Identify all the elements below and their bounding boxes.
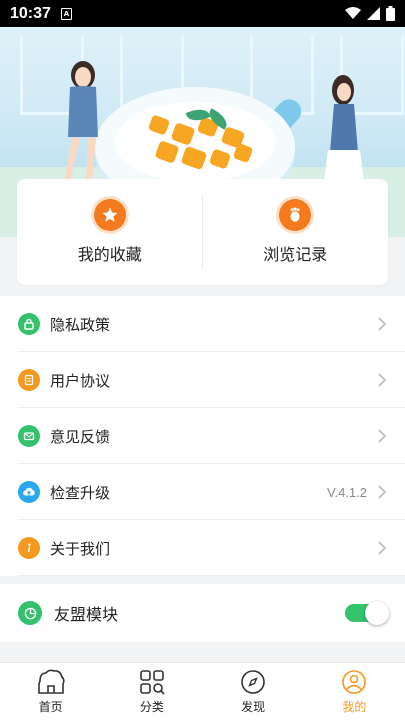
menu-item-label: 意见反馈 — [50, 427, 111, 446]
menu-item-label: 用户协议 — [50, 371, 111, 390]
menu-item-privacy-policy[interactable]: 隐私政策 — [0, 296, 405, 352]
tab-discover[interactable]: 发现 — [203, 663, 304, 720]
star-icon — [93, 199, 126, 231]
menu-item-user-agreement[interactable]: 用户协议 — [0, 352, 405, 408]
umeng-module-toggle[interactable] — [345, 601, 389, 625]
cloud-upload-icon — [18, 481, 40, 503]
status-icons — [345, 6, 395, 21]
bottom-tab-bar: 首页 分类 发现 我的 — [0, 662, 405, 720]
umeng-module-label: 友盟模块 — [54, 605, 119, 624]
menu-item-feedback[interactable]: 意见反馈 — [0, 408, 405, 464]
home-icon — [37, 669, 65, 694]
chevron-right-icon — [377, 540, 387, 556]
umeng-module-row: 友盟模块 — [0, 584, 405, 642]
tab-category[interactable]: 分类 — [101, 663, 202, 720]
menu-item-label: 隐私政策 — [50, 315, 111, 334]
browse-history-button[interactable]: 浏览记录 — [203, 179, 389, 285]
chevron-right-icon — [377, 372, 387, 388]
status-time: 10:37 — [10, 4, 51, 22]
tab-label: 首页 — [38, 699, 63, 714]
profile-icon — [342, 669, 367, 694]
tab-home[interactable]: 首页 — [0, 663, 101, 720]
tab-mine[interactable]: 我的 — [304, 663, 405, 720]
pie-chart-icon — [18, 601, 42, 625]
tab-label: 我的 — [342, 699, 367, 714]
menu-item-label: 检查升级 — [50, 483, 111, 502]
menu-item-check-update[interactable]: 检查升级 V.4.1.2 — [0, 464, 405, 520]
my-favorites-button[interactable]: 我的收藏 — [17, 179, 203, 285]
compass-icon — [241, 669, 265, 694]
my-favorites-label: 我的收藏 — [77, 245, 142, 264]
tab-label: 分类 — [139, 699, 164, 714]
browse-history-label: 浏览记录 — [263, 245, 328, 264]
settings-list: 隐私政策 用户协议 意见反馈 检查升级 V.4.1.2 关于我们 — [0, 296, 405, 576]
wifi-icon — [345, 7, 361, 19]
tab-label: 发现 — [241, 699, 266, 714]
document-icon — [18, 369, 40, 391]
signal-icon — [367, 7, 380, 20]
toggle-knob — [365, 601, 389, 625]
menu-item-label: 关于我们 — [50, 539, 111, 558]
favorites-card: 我的收藏 浏览记录 — [17, 179, 388, 285]
sim-icon: A — [60, 7, 72, 20]
battery-icon — [386, 6, 395, 21]
lock-icon — [18, 313, 40, 335]
info-icon — [18, 537, 40, 559]
mail-icon — [18, 425, 40, 447]
footprint-icon — [279, 199, 312, 231]
chevron-right-icon — [377, 484, 387, 500]
status-bar: 10:37 A — [0, 0, 405, 27]
version-label: V.4.1.2 — [326, 484, 367, 500]
menu-item-about-us[interactable]: 关于我们 — [0, 520, 405, 576]
chevron-right-icon — [377, 428, 387, 444]
chevron-right-icon — [377, 316, 387, 332]
category-icon — [140, 669, 165, 695]
